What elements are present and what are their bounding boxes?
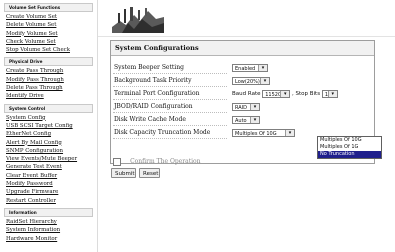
navigation-frame: Volume Set Functions Create Volume Set D… xyxy=(0,0,98,252)
stop-bits-label: , Stop Bits xyxy=(291,91,321,97)
nav-section-physical: Physical Drive xyxy=(4,57,93,67)
nav-link-hardware-monitor[interactable]: Hardware Monitor xyxy=(6,235,97,243)
beeper-select-value: Enabled xyxy=(235,65,256,72)
priority-select[interactable]: Low(20%) ▾ xyxy=(232,76,270,85)
nav-link-alert-mail[interactable]: Alert By Mail Config xyxy=(6,139,97,147)
nav-link-create-volume[interactable]: Create Volume Set xyxy=(6,13,97,21)
jbod-select-value: RAID xyxy=(235,104,248,111)
write-cache-row: Disk Write Cache Mode Auto ▾ xyxy=(113,115,372,126)
truncation-select[interactable]: Multiples Of 10G ▾ xyxy=(232,128,295,137)
baud-rate-select[interactable]: 115200 ▾ xyxy=(262,90,291,98)
chevron-down-icon: ▾ xyxy=(260,77,269,84)
nav-link-firmware[interactable]: Upgrade Firmware xyxy=(6,188,97,196)
nav-link-check-volume[interactable]: Check Volume Set xyxy=(6,38,97,46)
jbod-label: JBOD/RAID Configuration xyxy=(113,102,227,113)
write-cache-select[interactable]: Auto ▾ xyxy=(232,115,260,124)
chevron-down-icon: ▾ xyxy=(258,64,267,71)
nav-link-snmp[interactable]: SNMP Configuration xyxy=(6,147,97,155)
priority-row: Background Task Priority Low(20%) ▾ xyxy=(113,76,372,87)
reset-button[interactable]: Reset xyxy=(139,168,160,178)
truncation-option-none[interactable]: No Truncation xyxy=(318,151,381,158)
submit-button[interactable]: Submit xyxy=(111,168,136,178)
confirm-label: Confirm The Operation xyxy=(130,158,201,165)
brand-logo-graphic xyxy=(112,3,164,33)
nav-link-delete-volume[interactable]: Delete Volume Set xyxy=(6,21,97,29)
baud-rate-label: Baud Rate xyxy=(232,91,261,97)
chevron-down-icon: ▾ xyxy=(280,91,290,97)
terminal-row: Terminal Port Configuration Baud Rate 11… xyxy=(113,89,372,100)
confirm-row: Confirm The Operation xyxy=(113,151,201,166)
beeper-label: System Beeper Setting xyxy=(113,63,227,74)
nav-link-system-info[interactable]: System Information xyxy=(6,226,97,234)
write-cache-label: Disk Write Cache Mode xyxy=(113,115,227,126)
terminal-label: Terminal Port Configuration xyxy=(113,89,227,100)
beeper-row: System Beeper Setting Enabled ▾ xyxy=(113,63,372,74)
nav-link-password[interactable]: Modify Password xyxy=(6,180,97,188)
nav-link-restart[interactable]: Restart Controller xyxy=(6,197,97,205)
priority-select-value: Low(20%) xyxy=(235,78,260,85)
beeper-select[interactable]: Enabled ▾ xyxy=(232,63,268,72)
nav-link-view-events[interactable]: View Events/Mute Beeper xyxy=(6,155,97,163)
nav-link-system-config[interactable]: System Config xyxy=(6,114,97,122)
nav-section-volume: Volume Set Functions xyxy=(4,3,93,12)
nav-link-create-pass[interactable]: Create Pass Through xyxy=(6,67,97,75)
jbod-row: JBOD/RAID Configuration RAID ▾ xyxy=(113,102,372,113)
truncation-dropdown-list: Multiples Of 10G Multiples Of 1G No Trun… xyxy=(317,136,382,159)
confirm-checkbox[interactable] xyxy=(113,157,121,166)
header-banner xyxy=(98,0,395,37)
nav-link-usb-scsi[interactable]: USB SCSI Target Config xyxy=(6,122,97,130)
nav-section-info: Information xyxy=(4,207,93,217)
nav-link-test-event[interactable]: Generate Test Event xyxy=(6,163,97,171)
stop-bits-select[interactable]: 1 ▾ xyxy=(321,90,338,98)
panel-title: System Configurations xyxy=(111,41,374,56)
chevron-down-icon: ▾ xyxy=(285,129,294,136)
nav-link-modify-volume[interactable]: Modify Volume Set xyxy=(6,30,97,38)
priority-label: Background Task Priority xyxy=(113,76,227,87)
nav-section-system: System Control xyxy=(4,103,93,113)
truncation-select-value: Multiples Of 10G xyxy=(235,130,277,137)
nav-link-ethernet[interactable]: EtherNet Config xyxy=(6,130,97,138)
chevron-down-icon: ▾ xyxy=(327,91,337,97)
jbod-select[interactable]: RAID ▾ xyxy=(232,102,260,111)
nav-link-clear-buffer[interactable]: Clear Event Buffer xyxy=(6,172,97,180)
nav-link-modify-pass[interactable]: Modify Pass Through xyxy=(6,76,97,84)
truncation-option-1g[interactable]: Multiples Of 1G xyxy=(318,144,381,151)
chevron-down-icon: ▾ xyxy=(250,116,259,123)
nav-link-raidset-hierarchy[interactable]: RaidSet Hierarchy xyxy=(6,218,97,226)
nav-link-stop-check[interactable]: Stop Volume Set Check xyxy=(6,46,97,54)
nav-link-delete-pass[interactable]: Delete Pass Through xyxy=(6,84,97,92)
chevron-down-icon: ▾ xyxy=(250,103,259,110)
truncation-option-10g[interactable]: Multiples Of 10G xyxy=(318,137,381,144)
truncation-label: Disk Capacity Truncation Mode xyxy=(113,128,227,139)
write-cache-select-value: Auto xyxy=(235,117,247,124)
content-frame: System Configurations System Beeper Sett… xyxy=(98,0,395,252)
nav-link-identify-drive[interactable]: Identify Drive xyxy=(6,92,97,100)
